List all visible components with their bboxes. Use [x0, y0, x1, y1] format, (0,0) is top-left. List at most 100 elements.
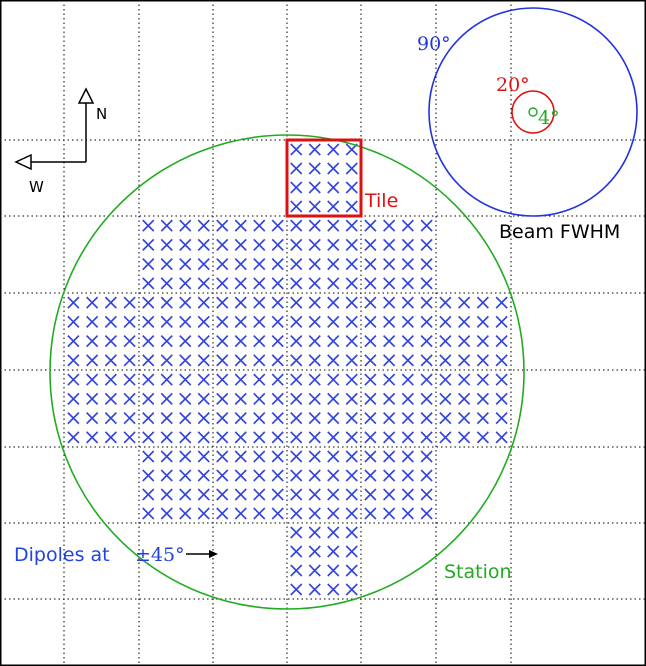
dipole-cross-icon — [142, 335, 155, 348]
dipole-cross-icon — [364, 238, 377, 251]
dipole-cross-icon — [253, 354, 266, 367]
dipole-cross-icon — [345, 315, 358, 328]
dipole-cross-icon — [290, 296, 303, 309]
dipole-cross-icon — [216, 507, 229, 520]
dipole-cross-icon — [420, 373, 433, 386]
dipole-cross-icon — [86, 296, 99, 309]
dipole-cross-icon — [253, 412, 266, 425]
dipole-cross-icon — [67, 315, 80, 328]
dipole-cross-icon — [290, 143, 303, 156]
dipole-cross-icon — [234, 373, 247, 386]
dipole-cross-icon — [234, 315, 247, 328]
dipole-cross-icon — [420, 315, 433, 328]
dipole-cross-icon — [104, 392, 117, 405]
dipole-cross-icon — [290, 335, 303, 348]
dipole-cross-icon — [253, 335, 266, 348]
dipole-cross-icon — [383, 219, 396, 232]
dipole-cross-icon — [86, 354, 99, 367]
dipole-cross-icon — [179, 258, 192, 271]
dipole-cross-icon — [67, 354, 80, 367]
dipole-cross-icon — [290, 564, 303, 577]
dipole-cross-icon — [179, 392, 192, 405]
dipole-cross-icon — [327, 258, 340, 271]
dipole-cross-icon — [123, 335, 136, 348]
dipole-cross-icon — [364, 507, 377, 520]
beam-4-circle — [528, 107, 538, 117]
dipole-cross-icon — [253, 315, 266, 328]
dipole-cross-icon — [476, 354, 489, 367]
dipole-cross-icon — [290, 258, 303, 271]
dipole-cross-icon — [104, 431, 117, 444]
dipole-cross-icon — [271, 507, 284, 520]
tile — [142, 219, 210, 290]
dipole-cross-icon — [142, 354, 155, 367]
dipole-cross-icon — [327, 507, 340, 520]
dipole-cross-icon — [123, 373, 136, 386]
dipole-cross-icon — [308, 488, 321, 501]
dipole-cross-icon — [308, 469, 321, 482]
dipole-cross-icon — [327, 469, 340, 482]
dipole-cross-icon — [142, 238, 155, 251]
dipole-cross-icon — [401, 258, 414, 271]
dipole-cross-icon — [290, 526, 303, 539]
dipole-cross-icon — [160, 450, 173, 463]
dipole-cross-icon — [142, 450, 155, 463]
tile — [216, 373, 284, 444]
dipole-cross-icon — [401, 412, 414, 425]
dipole-cross-icon — [67, 296, 80, 309]
dipole-cross-icon — [290, 392, 303, 405]
dipole-cross-icon — [308, 545, 321, 558]
dipole-cross-icon — [216, 488, 229, 501]
dipole-cross-icon — [216, 392, 229, 405]
dipole-cross-icon — [383, 335, 396, 348]
dipole-cross-icon — [308, 450, 321, 463]
dipole-cross-icon — [67, 392, 80, 405]
dipole-cross-icon — [216, 373, 229, 386]
dipole-cross-icon — [401, 354, 414, 367]
dipole-cross-icon — [234, 238, 247, 251]
dipole-cross-icon — [476, 315, 489, 328]
dipole-cross-icon — [67, 335, 80, 348]
dipole-cross-icon — [197, 450, 210, 463]
dipole-cross-icon — [253, 507, 266, 520]
dipole-cross-icon — [271, 450, 284, 463]
dipole-cross-icon — [345, 258, 358, 271]
dipole-cross-icon — [253, 373, 266, 386]
dipole-cross-icon — [383, 277, 396, 290]
dipole-cross-icon — [179, 431, 192, 444]
dipole-cross-icon — [234, 335, 247, 348]
tile — [216, 450, 284, 520]
dipole-cross-icon — [179, 219, 192, 232]
dipole-cross-icon — [271, 315, 284, 328]
dipole-cross-icon — [253, 431, 266, 444]
dipole-cross-icon — [290, 545, 303, 558]
dipole-cross-icon — [160, 238, 173, 251]
dipole-cross-icon — [197, 469, 210, 482]
dipole-cross-icon — [290, 200, 303, 213]
dipole-cross-icon — [104, 335, 117, 348]
dipole-cross-icon — [327, 392, 340, 405]
dipole-cross-icon — [495, 335, 508, 348]
dipole-cross-icon — [476, 373, 489, 386]
dipole-cross-icon — [439, 412, 452, 425]
dipole-cross-icon — [439, 315, 452, 328]
dipole-cross-icon — [290, 488, 303, 501]
dipole-cross-icon — [160, 277, 173, 290]
dipole-cross-icon — [142, 258, 155, 271]
dipole-cross-icon — [216, 296, 229, 309]
compass-north-label: N — [96, 105, 107, 123]
dipole-cross-icon — [401, 507, 414, 520]
dipole-cross-icon — [197, 354, 210, 367]
dipole-cross-icon — [234, 412, 247, 425]
dipole-cross-icon — [142, 392, 155, 405]
dipole-cross-icon — [383, 373, 396, 386]
tile — [67, 373, 136, 444]
dipole-cross-icon — [197, 277, 210, 290]
dipole-cross-icon — [179, 315, 192, 328]
dipole-cross-icon — [383, 315, 396, 328]
dipole-cross-icon — [290, 219, 303, 232]
dipole-cross-icon — [271, 238, 284, 251]
dipole-cross-icon — [142, 219, 155, 232]
dipole-cross-icon — [364, 335, 377, 348]
station-layout-diagram: Tile Station 90° 20° 4° Beam FWHM N W Di… — [0, 0, 646, 666]
